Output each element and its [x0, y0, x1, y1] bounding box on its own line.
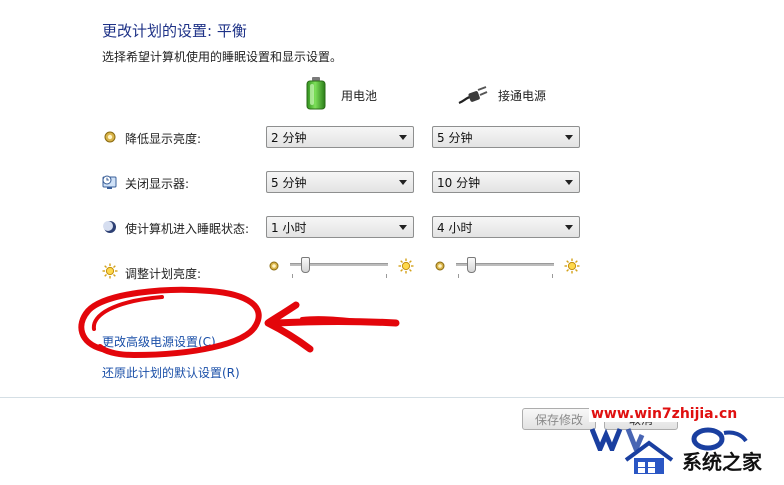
slider-tick	[386, 274, 387, 278]
select-value: 5 分钟	[271, 175, 307, 190]
row-label-turn-off-display: 关闭显示器:	[125, 177, 190, 191]
dim-sun-icon	[434, 260, 446, 275]
row-label-dim-display: 降低显示亮度:	[125, 132, 202, 146]
sleep-moon-icon	[102, 219, 118, 235]
chevron-down-icon	[399, 225, 407, 230]
sleep-plugged-select[interactable]: 4 小时	[432, 216, 580, 238]
row-label-sleep: 使计算机进入睡眠状态:	[125, 222, 250, 236]
save-changes-button[interactable]: 保存修改	[522, 408, 596, 430]
watermark-brand: 系统之家	[682, 450, 762, 474]
page-subtitle: 选择希望计算机使用的睡眠设置和显示设置。	[102, 50, 343, 64]
chevron-down-icon	[565, 180, 573, 185]
watermark-url: www.win7zhijia.cn	[589, 406, 740, 422]
select-value: 5 分钟	[437, 130, 473, 145]
slider-tick	[458, 274, 459, 278]
dim-sun-icon	[268, 260, 280, 275]
footer-divider	[0, 397, 784, 398]
battery-icon	[305, 76, 327, 110]
row-label-brightness: 调整计划亮度:	[125, 267, 202, 281]
restore-defaults-link[interactable]: 还原此计划的默认设置(R)	[102, 364, 240, 381]
red-annotation	[78, 286, 400, 358]
power-plug-icon	[458, 84, 488, 106]
select-value: 10 分钟	[437, 175, 481, 190]
slider-thumb[interactable]	[467, 257, 476, 273]
turn-off-display-battery-select[interactable]: 5 分钟	[266, 171, 414, 193]
sleep-battery-select[interactable]: 1 小时	[266, 216, 414, 238]
chevron-down-icon	[565, 135, 573, 140]
house-logo-icon	[622, 440, 676, 476]
slider-thumb[interactable]	[301, 257, 310, 273]
monitor-clock-icon	[102, 174, 118, 190]
select-value: 1 小时	[271, 220, 307, 235]
dim-brightness-icon	[102, 129, 118, 145]
select-value: 4 小时	[437, 220, 473, 235]
slider-tick	[292, 274, 293, 278]
sun-icon	[102, 263, 118, 279]
page-title: 更改计划的设置: 平衡	[102, 22, 247, 40]
chevron-down-icon	[565, 225, 573, 230]
plugged-in-column-header: 接通电源	[498, 89, 547, 103]
dim-display-battery-select[interactable]: 2 分钟	[266, 126, 414, 148]
brightness-plugged-slider[interactable]	[456, 257, 554, 280]
battery-column-header: 用电池	[341, 89, 378, 103]
select-value: 2 分钟	[271, 130, 307, 145]
dim-display-plugged-select[interactable]: 5 分钟	[432, 126, 580, 148]
slider-tick	[552, 274, 553, 278]
chevron-down-icon	[399, 180, 407, 185]
turn-off-display-plugged-select[interactable]: 10 分钟	[432, 171, 580, 193]
chevron-down-icon	[399, 135, 407, 140]
bright-sun-icon	[398, 258, 414, 277]
bright-sun-icon	[564, 258, 580, 277]
brightness-battery-slider[interactable]	[290, 257, 388, 280]
